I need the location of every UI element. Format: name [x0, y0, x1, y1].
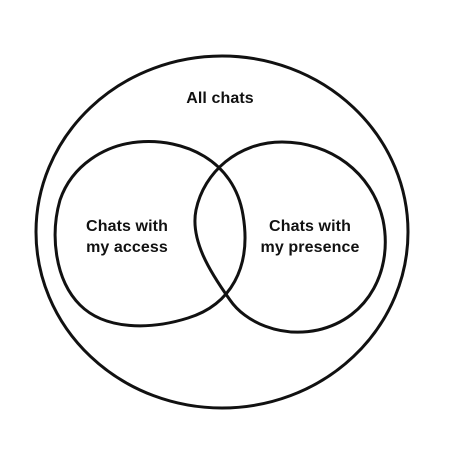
right-set-label: Chats with my presence: [248, 216, 372, 258]
left-set-label-line2: my access: [86, 239, 168, 256]
outer-set-label: All chats: [150, 88, 290, 109]
right-set-label-line1: Chats with: [269, 218, 351, 235]
left-set-label: Chats with my access: [62, 216, 192, 258]
right-set-label-line2: my presence: [260, 239, 360, 256]
left-set-label-line1: Chats with: [86, 218, 168, 235]
venn-diagram: All chats Chats with my access Chats wit…: [0, 0, 450, 450]
outer-set-label-text: All chats: [186, 90, 254, 107]
